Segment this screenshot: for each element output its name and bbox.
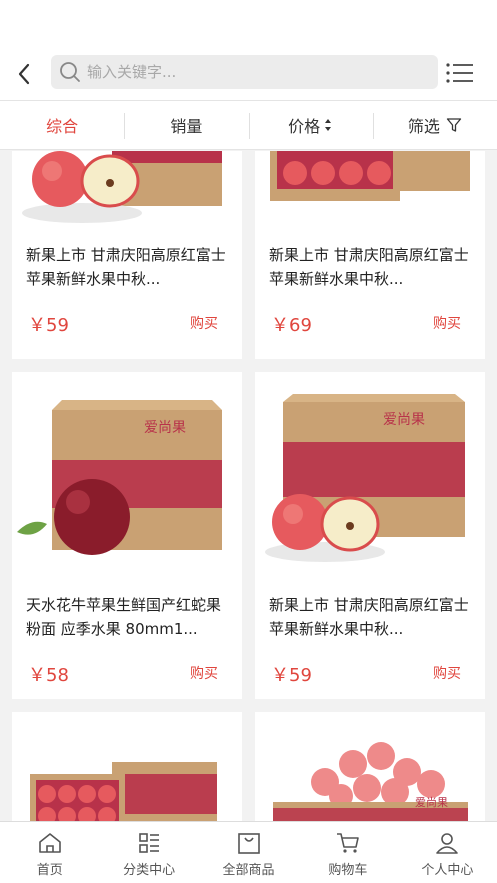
search-box[interactable] [51,55,438,89]
sort-tab-label: 销量 [170,117,203,136]
tab-home[interactable]: 首页 [0,822,99,883]
product-card[interactable]: 新果上市 甘肃庆阳高原红富士 苹果新鲜水果中秋... ￥59 购买 [12,151,242,359]
cart-icon [336,833,359,853]
product-price: ￥69 [271,315,312,336]
filter-icon [446,118,462,132]
product-price: ￥59 [28,315,69,336]
brand-logo: 爱尚果 [144,420,186,436]
sort-tab-label: 筛选 [407,117,440,136]
chevron-left-icon [18,63,30,85]
product-card[interactable]: 爱尚果 天水花牛苹果生鲜国产红蛇果粉面 应季水果 80mm1... ￥58 购买 [12,372,242,699]
brand-logo: 爱尚果 [383,412,425,428]
product-card[interactable]: 新果上市 甘肃庆阳高原红富士 苹果新鲜水果中秋... ￥69 购买 [255,151,485,359]
product-card[interactable]: 爱尚果 新果上市 甘肃庆阳高原红富士 苹果新鲜水果中秋... ￥59 购买 [255,372,485,699]
tab-label: 全部商品 [222,863,275,878]
user-icon [436,833,459,854]
brand-logo: 爱尚果 [415,795,448,809]
sort-tab-default[interactable]: 综合 [0,101,124,149]
tab-label: 购物车 [328,863,368,878]
home-icon [38,833,61,853]
search-header [0,48,497,100]
bag-icon [237,833,260,854]
tab-profile[interactable]: 个人中心 [398,822,497,883]
sort-tab-label: 综合 [46,117,79,136]
search-icon [60,62,80,82]
sort-tab-price[interactable]: 价格 [248,101,373,149]
sort-arrows-icon [325,119,332,131]
product-title: 新果上市 甘肃庆阳高原红富士 苹果新鲜水果中秋... [269,246,469,288]
tab-cart[interactable]: 购物车 [298,822,397,883]
tab-label: 分类中心 [123,863,176,878]
product-price: ￥59 [271,665,312,686]
back-button[interactable] [0,48,48,100]
product-title: 天水花牛苹果生鲜国产红蛇果粉面 应季水果 80mm1... [26,596,222,638]
product-image [30,762,217,821]
tab-categories[interactable]: 分类中心 [99,822,198,883]
list-icon [446,63,473,83]
bottom-tabbar: 首页 分类中心 全部商品 购物车 个人中心 [0,821,497,883]
buy-button[interactable]: 购买 [190,663,218,683]
tab-label: 首页 [36,863,63,878]
product-price: ￥58 [28,665,69,686]
buy-button[interactable]: 购买 [433,663,461,683]
status-area [0,0,497,48]
sort-tab-label: 价格 [288,117,321,136]
category-icon [139,833,160,853]
search-input[interactable] [87,63,407,81]
tab-all-products[interactable]: 全部商品 [199,822,298,883]
product-card[interactable] [12,712,242,821]
buy-button[interactable]: 购买 [433,313,461,333]
product-image [270,151,470,201]
sort-tab-filter[interactable]: 筛选 [372,101,497,149]
sort-bar: 综合 销量 价格 筛选 [0,100,497,150]
product-grid: 新果上市 甘肃庆阳高原红富士 苹果新鲜水果中秋... ￥59 购买 新果上市 甘… [0,151,497,821]
product-image: 爱尚果 [265,394,465,562]
product-title: 新果上市 甘肃庆阳高原红富士 苹果新鲜水果中秋... [26,246,226,288]
list-menu-button[interactable] [445,60,475,86]
buy-button[interactable]: 购买 [190,313,218,333]
product-title: 新果上市 甘肃庆阳高原红富士 苹果新鲜水果中秋... [269,596,469,638]
tab-label: 个人中心 [421,863,474,878]
product-image: 爱尚果 [273,742,468,821]
product-card[interactable]: 爱尚果 [255,712,485,821]
sort-tab-sales[interactable]: 销量 [124,101,248,149]
product-image: 爱尚果 [17,400,222,555]
product-image [22,151,222,223]
